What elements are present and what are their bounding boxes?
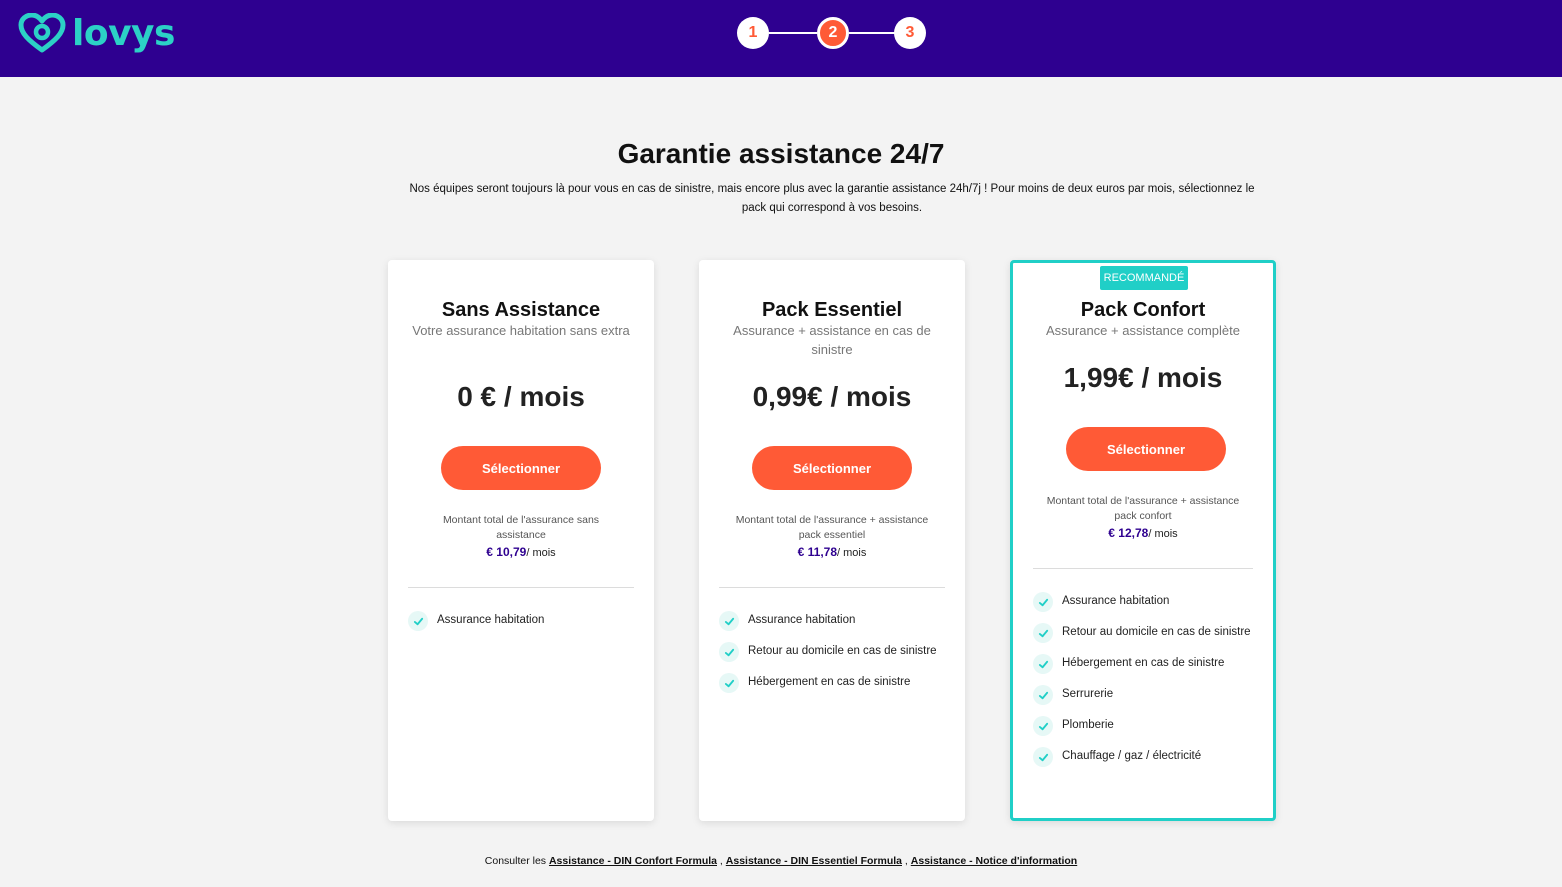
plan-name: Pack Essentiel <box>761 299 903 321</box>
check-icon <box>719 673 739 693</box>
feature-item: Assurance habitation <box>1033 592 1253 612</box>
step-connector <box>769 32 817 34</box>
total-label: Montant total de l'assurance sans assist… <box>442 514 600 541</box>
total-amount-unit: / mois <box>837 547 867 559</box>
feature-label: Retour au domicile en cas de sinistre <box>748 645 937 657</box>
total-amount: € 11,78/ mois <box>699 545 965 559</box>
check-icon <box>408 611 428 631</box>
feature-label: Plomberie <box>1062 719 1114 731</box>
divider <box>408 587 634 588</box>
select-button[interactable]: Sélectionner <box>752 446 912 490</box>
step-2-active[interactable]: 2 <box>817 17 849 49</box>
step-1[interactable]: 1 <box>737 17 769 49</box>
select-button[interactable]: Sélectionner <box>441 446 601 490</box>
check-icon <box>1033 716 1053 736</box>
feature-item: Plomberie <box>1033 716 1253 736</box>
plan-price: 1,99€ / mois <box>1063 362 1223 393</box>
plan-card-pack-confort: RECOMMANDÉ Pack Confort Assurance + assi… <box>1010 260 1276 821</box>
heart-logo-icon <box>18 13 66 53</box>
link-din-essentiel[interactable]: Assistance - DIN Essentiel Formula <box>726 855 902 867</box>
feature-label: Hébergement en cas de sinistre <box>748 676 911 688</box>
total-amount-value: € 11,78 <box>797 545 838 559</box>
check-icon <box>1033 623 1053 643</box>
feature-item: Assurance habitation <box>719 611 945 631</box>
plan-price: 0,99€ / mois <box>752 381 912 412</box>
plan-name: Pack Confort <box>1080 299 1206 321</box>
feature-label: Assurance habitation <box>437 614 545 626</box>
link-din-confort[interactable]: Assistance - DIN Confort Formula <box>549 855 717 867</box>
plan-name: Sans Assistance <box>441 299 601 321</box>
select-button[interactable]: Sélectionner <box>1066 427 1226 471</box>
feature-label: Assurance habitation <box>1062 595 1170 607</box>
feature-item: Assurance habitation <box>408 611 634 631</box>
feature-label: Assurance habitation <box>748 614 856 626</box>
plan-card-pack-essentiel: Pack Essentiel Assurance + assistance en… <box>699 260 965 821</box>
plan-description: Assurance + assistance en cas de sinistr… <box>733 323 931 357</box>
progress-stepper: 1 2 3 <box>737 17 927 49</box>
total-amount: € 10,79/ mois <box>388 545 654 559</box>
feature-item: Hébergement en cas de sinistre <box>719 673 945 693</box>
check-icon <box>719 611 739 631</box>
total-label: Montant total de l'assurance + assistanc… <box>735 514 929 541</box>
feature-label: Chauffage / gaz / électricité <box>1062 750 1202 762</box>
feature-list: Assurance habitation Retour au domicile … <box>719 611 945 705</box>
plan-price: 0 € / mois <box>457 381 585 412</box>
footer-separator: , <box>719 855 723 867</box>
feature-list: Assurance habitation Retour au domicile … <box>1033 592 1253 779</box>
feature-label: Hébergement en cas de sinistre <box>1062 657 1225 669</box>
feature-label: Serrurerie <box>1062 688 1114 700</box>
footer-prefix: Consulter les <box>484 855 547 867</box>
documents-footer: Consulter les Assistance - DIN Confort F… <box>0 855 1562 867</box>
page-title: Garantie assistance 24/7 <box>617 138 945 169</box>
feature-item: Serrurerie <box>1033 685 1253 705</box>
divider <box>1033 568 1253 569</box>
lovys-logo[interactable]: lovys <box>18 12 175 54</box>
total-label: Montant total de l'assurance + assistanc… <box>1046 495 1240 522</box>
plan-description: Votre assurance habitation sans extra <box>412 323 630 338</box>
check-icon <box>719 642 739 662</box>
total-amount: € 12,78/ mois <box>1013 526 1273 540</box>
logo-text: lovys <box>72 12 175 54</box>
step-3[interactable]: 3 <box>894 17 926 49</box>
link-notice-information[interactable]: Assistance - Notice d'information <box>911 855 1077 867</box>
total-amount-unit: / mois <box>1148 528 1178 540</box>
feature-item: Retour au domicile en cas de sinistre <box>719 642 945 662</box>
feature-item: Hébergement en cas de sinistre <box>1033 654 1253 674</box>
top-header: lovys 1 2 3 <box>0 0 1562 77</box>
total-amount-unit: / mois <box>526 547 556 559</box>
step-connector <box>849 32 895 34</box>
footer-separator: , <box>904 855 908 867</box>
feature-list: Assurance habitation <box>408 611 634 643</box>
check-icon <box>1033 592 1053 612</box>
plan-description: Assurance + assistance complète <box>1045 323 1241 338</box>
feature-label: Retour au domicile en cas de sinistre <box>1062 626 1251 638</box>
plan-card-sans-assistance: Sans Assistance Votre assurance habitati… <box>388 260 654 821</box>
feature-item: Chauffage / gaz / électricité <box>1033 747 1253 767</box>
recommended-badge: RECOMMANDÉ <box>1100 266 1188 290</box>
total-amount-value: € 10,79 <box>486 545 527 559</box>
feature-item: Retour au domicile en cas de sinistre <box>1033 623 1253 643</box>
check-icon <box>1033 685 1053 705</box>
total-amount-value: € 12,78 <box>1108 526 1149 540</box>
page-subtitle: Nos équipes seront toujours là pour vous… <box>409 183 1255 214</box>
check-icon <box>1033 747 1053 767</box>
check-icon <box>1033 654 1053 674</box>
divider <box>719 587 945 588</box>
